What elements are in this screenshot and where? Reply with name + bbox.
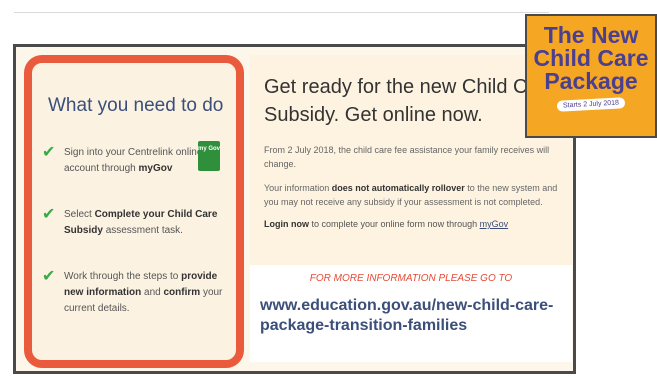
para-rollover: Your information does not automatically … [264,181,560,209]
education-url-link[interactable]: www.education.gov.au/new-child-care-pack… [260,296,562,336]
top-divider [14,12,549,13]
step-1-pre: Sign into your Centrelink online account… [64,147,203,174]
badge-start-date: Starts 2 July 2018 [556,97,626,112]
step-item-3: ✔ Work through the steps to provide new … [42,269,226,317]
login-text: to complete your online form now through [309,219,480,229]
login-now-label: Login now [264,219,309,229]
child-care-package-badge: The New Child Care Package Starts 2 July… [525,14,657,138]
para-rollover-pre: Your information [264,183,332,193]
what-you-need-card: What you need to do ✔ Sign into your Cen… [24,55,244,368]
login-line: Login now to complete your online form n… [264,219,560,229]
left-card-title: What you need to do [48,95,224,116]
step-2-post: assessment task. [105,225,183,236]
subsidy-info: Get ready for the new Child Care Subsidy… [250,55,572,265]
badge-title: The New Child Care Package [533,22,649,94]
para-change: From 2 July 2018, the child care fee ass… [264,145,550,169]
step-3-bold-2: confirm [163,287,201,298]
mygov-link[interactable]: myGov [480,219,509,229]
step-item-2: ✔ Select Complete your Child Care Subsid… [42,207,226,239]
para-rollover-bold: does not automatically rollover [331,183,465,193]
right-panel: Get ready for the new Child Care Subsidy… [250,55,572,368]
check-icon: ✔ [42,144,56,161]
check-icon: ✔ [42,268,56,285]
headline: Get ready for the new Child Care Subsidy… [264,76,557,126]
step-3-pre: Work through the steps to [64,271,182,282]
step-1-bold: myGov [138,163,173,174]
content-area: What you need to do ✔ Sign into your Cen… [24,55,572,368]
more-info-heading: For more information please go to [309,273,513,284]
screenshot-frame: What you need to do ✔ Sign into your Cen… [13,44,576,374]
more-info-box: For more information please go to www.ed… [250,265,572,362]
step-3-post: and [144,287,164,298]
step-item-1: ✔ Sign into your Centrelink online accou… [42,141,226,177]
step-2-pre: Select [64,209,95,220]
check-icon: ✔ [42,206,56,223]
mygov-logo-icon: my Gov [198,141,220,171]
